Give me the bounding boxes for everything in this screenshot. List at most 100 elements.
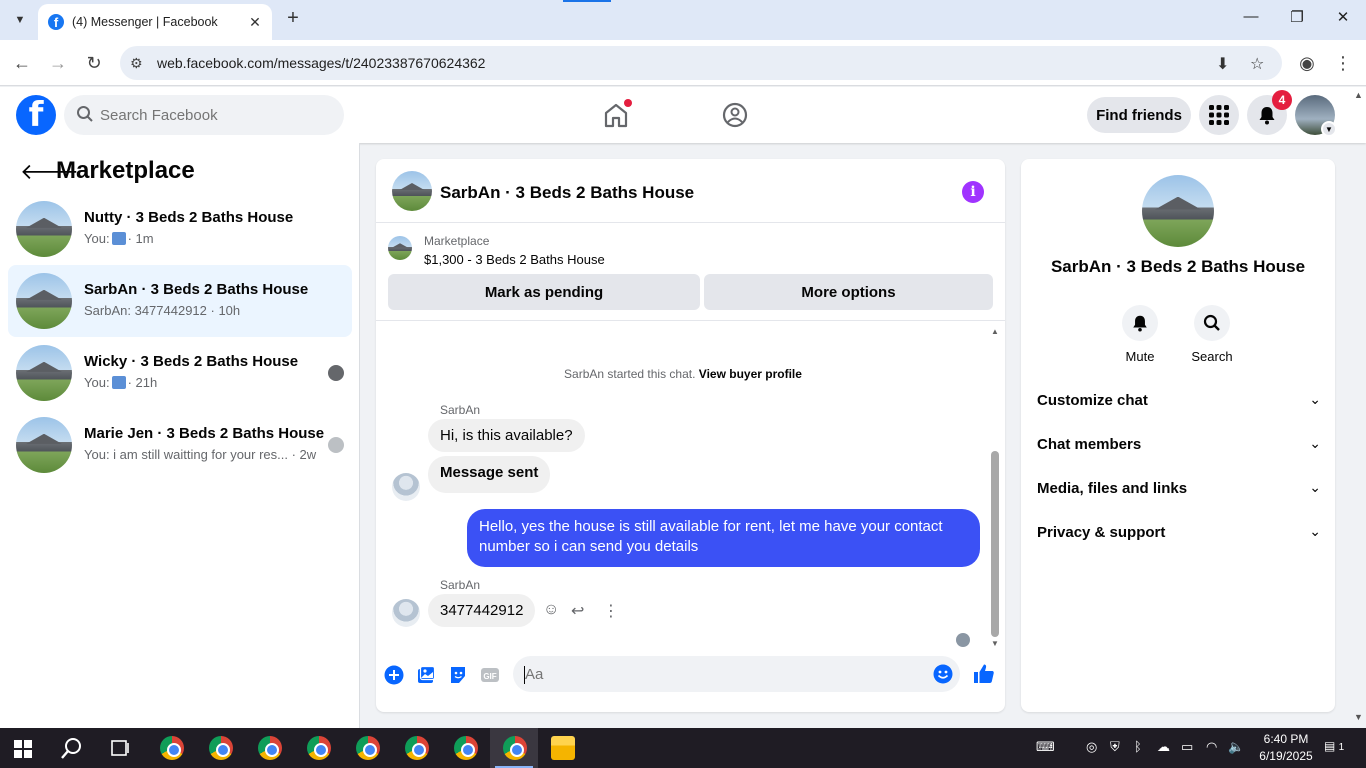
chat-info-panel: SarbAn · 3 Beds 2 Baths House Mute Searc… [1021,159,1335,712]
site-settings-icon[interactable]: ⚙ [130,55,143,72]
home-notification-dot [624,99,632,107]
restore-icon[interactable]: ❐ [1282,8,1312,26]
profile-avatar[interactable] [1142,175,1214,247]
sender-avatar[interactable] [392,473,420,501]
chat-avatar[interactable] [392,171,432,211]
conversation-name: SarbAn · 3 Beds 2 Baths House [84,281,309,298]
chrome-icon[interactable] [160,736,184,760]
tab-close-icon[interactable]: ✕ [246,14,264,31]
chevron-down-icon: ⌄ [1309,435,1321,451]
customize-chat-section[interactable]: Customize chat ⌄ [1029,379,1327,423]
mute-button[interactable]: Mute [1110,305,1170,364]
chat-title[interactable]: SarbAn · 3 Beds 2 Baths House [440,183,694,203]
sticker-icon[interactable] [448,665,468,685]
reload-icon[interactable]: ↻ [83,52,105,74]
wifi-icon[interactable]: ◠ [1206,739,1217,755]
chrome-icon[interactable] [356,736,380,760]
bookmark-star-icon[interactable]: ☆ [1250,54,1264,74]
facebook-search[interactable] [64,95,344,135]
scroll-up-icon[interactable]: ▲ [991,327,999,336]
window-close-icon[interactable]: ✕ [1328,8,1358,26]
address-bar[interactable]: ⚙ web.facebook.com/messages/t/2402338767… [120,46,1282,80]
message-bubble[interactable]: Hi, is this available? [428,419,585,452]
bluetooth-icon[interactable]: ᛒ [1134,739,1142,754]
media-files-links-section[interactable]: Media, files and links ⌄ [1029,467,1327,511]
tab-search-chevron-icon[interactable]: ▼ [8,8,32,32]
chrome-icon[interactable] [454,736,478,760]
conversation-name: Wicky · 3 Beds 2 Baths House [84,353,299,370]
chrome-icon[interactable] [503,736,527,760]
scroll-up-icon[interactable]: ▲ [1354,90,1363,100]
view-buyer-profile-link[interactable]: View buyer profile [699,367,802,381]
mark-as-pending-button[interactable]: Mark as pending [388,274,700,310]
chrome-icon[interactable] [307,736,331,760]
conversation-item[interactable]: Nutty · 3 Beds 2 Baths House You: · 1m [8,193,352,265]
tab-indicator [563,0,611,2]
conversation-item[interactable]: Wicky · 3 Beds 2 Baths House You: · 21h [8,337,352,409]
new-tab-plus-icon[interactable]: + [282,8,304,30]
listing-price[interactable]: $1,300 - 3 Beds 2 Baths House [424,252,605,267]
file-explorer-icon[interactable] [551,736,575,760]
photo-icon[interactable] [416,665,436,685]
forward-arrow-icon[interactable]: → [47,52,69,74]
react-smiley-icon[interactable]: ☺ [543,601,559,619]
more-options-button[interactable]: More options [704,274,993,310]
chrome-icon[interactable] [209,736,233,760]
listing-thumbnail[interactable] [388,236,412,260]
search-input[interactable] [100,95,330,135]
chrome-icon[interactable] [258,736,282,760]
message-bubble[interactable]: Message sent [428,456,551,493]
message-scrollbar[interactable]: ▲ ▼ [990,327,1000,648]
chat-members-section[interactable]: Chat members ⌄ [1029,423,1327,467]
install-app-icon[interactable]: ⬇ [1216,54,1229,74]
browser-tab[interactable]: f (4) Messenger | Facebook ✕ [38,4,272,40]
profile-icon[interactable]: ◉ [1296,52,1318,74]
like-thumb-icon [111,376,126,389]
system-clock[interactable]: 6:40 PM 6/19/2025 [1256,731,1316,765]
more-icon[interactable]: ⋮ [603,601,619,621]
back-arrow-icon[interactable]: ← [11,52,33,74]
search-icon[interactable] [60,736,84,760]
groups-icon[interactable] [719,99,751,131]
keyboard-icon[interactable]: ⌨ [1036,739,1055,755]
gif-icon[interactable]: GIF [480,665,500,685]
notification-center-icon[interactable]: ▤ 1 [1324,739,1344,753]
menu-button[interactable] [1199,95,1239,135]
volume-icon[interactable]: 🔈 [1228,739,1244,755]
info-icon[interactable]: i [962,181,984,203]
sender-avatar[interactable] [392,599,420,627]
page-scrollbar[interactable]: ▲ ▼ [1351,88,1366,728]
browser-menu-icon[interactable]: ⋮ [1332,52,1354,74]
privacy-support-section[interactable]: Privacy & support ⌄ [1029,511,1327,555]
my-message-bubble[interactable]: Hello, yes the house is still available … [467,509,980,567]
find-friends-button[interactable]: Find friends [1087,97,1191,133]
scroll-down-icon[interactable]: ▼ [991,639,999,648]
emoji-icon[interactable] [933,664,953,684]
battery-icon[interactable]: ▭ [1181,739,1193,755]
message-input-box[interactable] [513,656,960,692]
chrome-icon[interactable] [405,736,429,760]
defender-icon[interactable]: ⛨ [1110,739,1120,755]
plus-circle-icon[interactable] [384,665,404,685]
browser-toolbar: ← → ↻ ⚙ web.facebook.com/messages/t/2402… [0,40,1366,86]
network-off-icon[interactable]: ☁ [1157,739,1170,755]
conversation-item-active[interactable]: SarbAn · 3 Beds 2 Baths House SarbAn: 34… [8,265,352,337]
facebook-logo-icon[interactable]: f [16,95,56,135]
notification-count: 1 [1338,742,1345,753]
conversation-item[interactable]: Marie Jen · 3 Beds 2 Baths House You: i … [8,409,352,481]
task-view-icon[interactable] [108,736,132,760]
scroll-down-icon[interactable]: ▼ [1354,712,1363,722]
windows-start-icon[interactable] [14,740,32,758]
listing-label: Marketplace [424,234,490,248]
reply-icon[interactable]: ↩ [571,601,584,621]
like-thumb-icon[interactable] [972,662,996,686]
seen-avatar [328,365,344,381]
message-bubble[interactable]: 3477442912 [428,594,536,627]
account-chevron-down-icon[interactable]: ▼ [1321,121,1337,137]
windows-taskbar: ⌨ ◎ ⛨ ᛒ ☁ ▭ ◠ 🔈 6:40 PM 6/19/2025 ▤ 1 [0,728,1366,768]
meet-now-icon[interactable]: ◎ [1086,739,1097,755]
scrollbar-thumb[interactable] [991,451,999,637]
search-conversation-button[interactable]: Search [1182,305,1242,364]
minimize-icon[interactable]: — [1236,8,1266,25]
message-input[interactable] [525,656,915,692]
